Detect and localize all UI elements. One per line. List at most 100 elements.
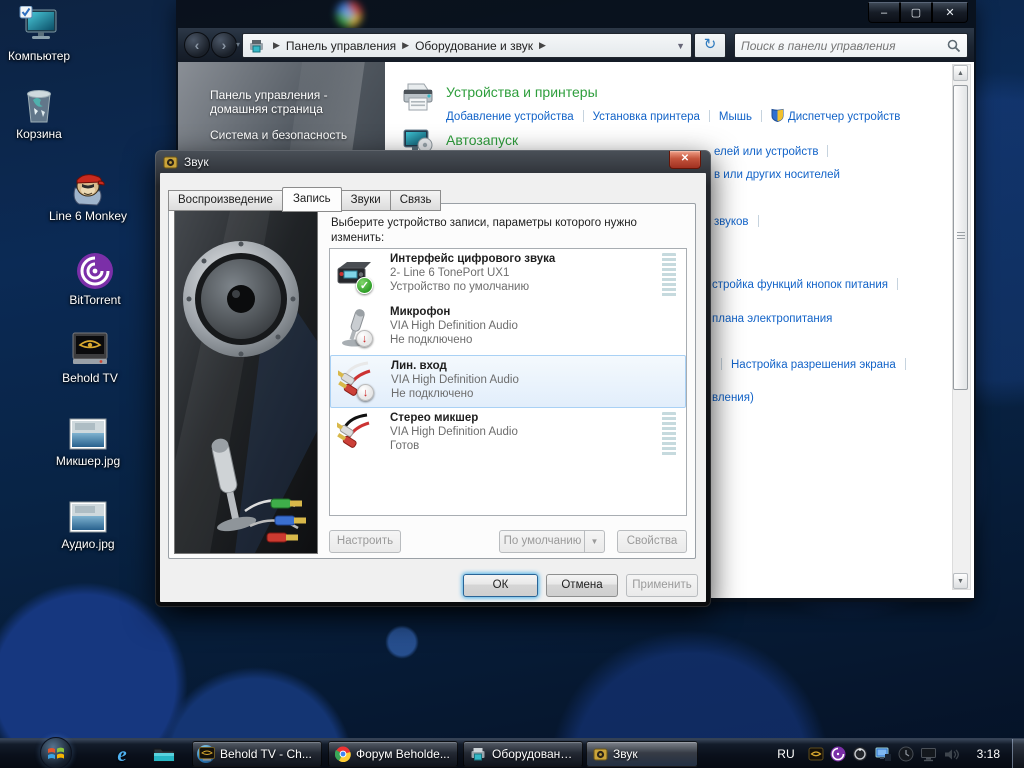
network-computer-tray-icon[interactable] [874, 746, 892, 762]
desktop-icon-audio-jpg[interactable]: Аудио.jpg [33, 500, 143, 551]
device-row-microphone[interactable]: ↓ Микрофон VIA High Definition Audio Не … [330, 302, 686, 355]
forward-button[interactable]: › [211, 32, 237, 58]
set-default-button[interactable]: По умолчанию ▼ [499, 530, 605, 553]
taskbar-button-label: Форум Beholde... [356, 747, 456, 761]
desktop-icon-behold-tv[interactable]: Behold TV [35, 330, 145, 385]
maximize-button[interactable]: ▢ [900, 2, 932, 23]
minimize-button[interactable]: – [868, 2, 900, 23]
partial-link-media-or-devices[interactable]: елей или устройств [714, 145, 837, 158]
dialog-close-button[interactable]: ✕ [669, 151, 701, 169]
behold-tv-tray-icon[interactable] [808, 746, 824, 762]
devices-and-printers-icon [470, 747, 487, 761]
apply-button[interactable]: Применить [626, 574, 698, 597]
desktop-icon-mixer-jpg[interactable]: Микшер.jpg [33, 417, 143, 468]
close-button[interactable]: ✕ [932, 2, 968, 23]
configure-button[interactable]: Настроить [329, 530, 401, 553]
partial-link-system-sounds[interactable]: звуков [714, 215, 768, 228]
sidebar-home-link[interactable]: Панель управления - домашняя страница [210, 88, 328, 116]
device-status: Не подключено [391, 388, 473, 400]
properties-button[interactable]: Свойства [617, 530, 687, 553]
history-dropdown-icon[interactable]: ▾ [236, 40, 240, 49]
section-devices-printers-title[interactable]: Устройства и принтеры [446, 84, 598, 100]
desktop-icon-line6-monkey[interactable]: Line 6 Monkey [33, 168, 143, 223]
rca-cables-icon [337, 413, 373, 453]
clock-tray-icon[interactable] [898, 746, 914, 762]
partial-link-cds-other-media[interactable]: в или других носителей [714, 169, 840, 181]
breadcrumb-arrow[interactable]: ▶ [535, 40, 550, 51]
language-indicator[interactable]: RU [777, 747, 794, 761]
desktop-icon-recycle-bin[interactable]: Корзина [0, 86, 94, 141]
link-install-printer[interactable]: Установка принтера [593, 111, 700, 123]
partial-link-power-buttons[interactable]: стройка функций кнопок питания [712, 278, 907, 291]
back-button[interactable]: ‹ [184, 32, 210, 58]
taskbar-clock[interactable]: 3:18 [977, 747, 1000, 761]
ok-button[interactable]: ОК [463, 574, 538, 597]
volume-tray-icon[interactable] [943, 747, 960, 762]
desktop-icon-bittorrent[interactable]: BitTorrent [40, 252, 150, 307]
taskbar-button-sound[interactable]: Звук [586, 741, 698, 767]
sound-dialog-titlebar[interactable]: Звук ✕ [155, 150, 711, 173]
link-add-device[interactable]: Добавление устройства [446, 111, 574, 123]
partial-link-management[interactable]: вления) [712, 392, 754, 404]
device-row-digital-interface[interactable]: ✓ Интерфейс цифрового звука 2- Line 6 To… [330, 249, 686, 302]
printer-icon [400, 82, 436, 114]
partial-link-screen-resolution[interactable]: Настройка разрешения экрана [712, 358, 915, 371]
control-panel-titlebar[interactable]: – ▢ ✕ [176, 0, 976, 28]
breadcrumb-current[interactable]: Оборудование и звук [413, 39, 535, 53]
device-status: Не подключено [390, 334, 472, 346]
link-mouse[interactable]: Мышь [719, 111, 752, 123]
desktop-icon-label: Behold TV [62, 371, 118, 385]
address-bar[interactable]: ▶ Панель управления ▶ Оборудование и зву… [242, 33, 692, 58]
device-description: 2- Line 6 TonePort UX1 [390, 267, 509, 279]
refresh-button[interactable]: ↻ [694, 33, 726, 58]
display-tray-icon[interactable] [920, 747, 937, 762]
section-autoplay-title[interactable]: Автозапуск [446, 132, 518, 148]
scroll-up-button[interactable]: ▲ [953, 65, 968, 81]
quicklaunch-explorer[interactable] [152, 742, 176, 766]
behold-tv-icon [70, 330, 110, 368]
app-ring-tray-icon[interactable] [852, 746, 868, 762]
breadcrumb-arrow[interactable]: ▶ [269, 40, 284, 51]
recording-tab-panel: Выберите устройство записи, параметры ко… [168, 203, 696, 559]
link-separator [709, 110, 710, 122]
taskbar-button-hardware-sound[interactable]: Оборудование ... [463, 741, 583, 767]
tab-playback[interactable]: Воспроизведение [168, 190, 282, 211]
link-separator [583, 110, 584, 122]
link-separator [897, 278, 898, 290]
show-desktop-button[interactable] [1012, 739, 1024, 768]
start-button[interactable] [40, 737, 72, 768]
link-device-manager[interactable]: Диспетчер устройств [788, 111, 900, 123]
search-box [734, 33, 968, 58]
vertical-scrollbar: ▲ ▼ [952, 64, 971, 590]
device-row-stereo-mix[interactable]: Стерео микшер VIA High Definition Audio … [330, 408, 686, 461]
scroll-down-button[interactable]: ▼ [953, 573, 968, 589]
search-icon[interactable] [947, 39, 961, 53]
set-default-dropdown-icon[interactable]: ▼ [584, 531, 604, 552]
desktop-icon-label: BitTorrent [69, 293, 120, 307]
windows-flag-icon [47, 744, 65, 762]
quicklaunch-internet-explorer[interactable]: e [110, 742, 134, 766]
device-row-line-in[interactable]: ↓ Лин. вход VIA High Definition Audio Не… [330, 355, 686, 408]
link-separator [827, 145, 828, 157]
sidebar-item-system-security[interactable]: Система и безопасность [210, 128, 347, 142]
desktop-icon-label: Аудио.jpg [61, 537, 114, 551]
search-input[interactable] [735, 39, 947, 53]
bittorrent-tray-icon[interactable] [830, 746, 846, 762]
taskbar-button-behold-tv[interactable]: Behold TV - Ch... [192, 741, 322, 767]
device-status: Устройство по умолчанию [390, 281, 529, 293]
scroll-thumb[interactable] [953, 85, 968, 390]
disconnected-badge: ↓ [357, 384, 374, 401]
sound-dialog-tabs: Воспроизведение Запись Звуки Связь [168, 186, 441, 211]
default-device-check-badge: ✓ [356, 277, 373, 294]
tab-sounds[interactable]: Звуки [342, 190, 390, 211]
cancel-button[interactable]: Отмена [546, 574, 618, 597]
folder-icon [153, 746, 175, 763]
desktop-icon-computer[interactable]: Компьютер [0, 6, 94, 63]
address-dropdown-icon[interactable]: ▼ [670, 41, 691, 51]
breadcrumb-arrow[interactable]: ▶ [398, 40, 413, 51]
tab-communications[interactable]: Связь [390, 190, 442, 211]
breadcrumb-root[interactable]: Панель управления [284, 39, 398, 53]
taskbar-button-chrome-forum[interactable]: Форум Beholde... [328, 741, 458, 767]
tab-recording[interactable]: Запись [282, 187, 342, 212]
partial-link-power-plan[interactable]: плана электропитания [712, 313, 832, 325]
